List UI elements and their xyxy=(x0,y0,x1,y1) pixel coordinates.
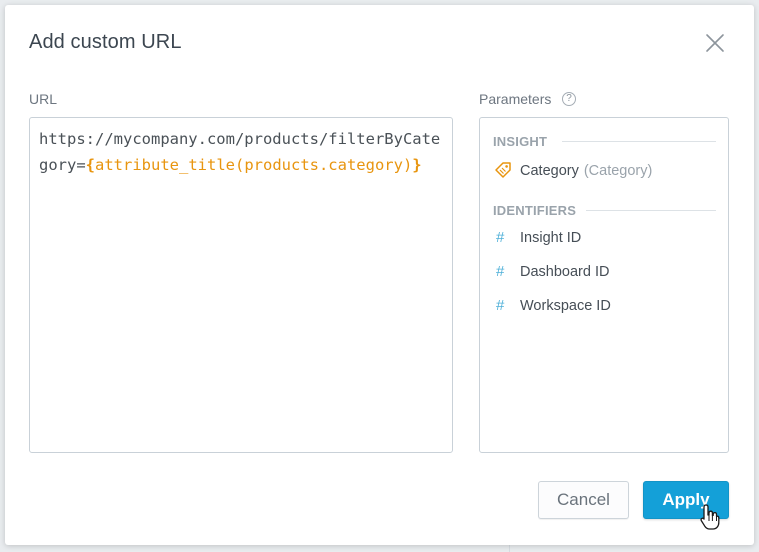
param-item-dashboard-id[interactable]: # Dashboard ID xyxy=(493,263,609,280)
param-item-insight-id[interactable]: # Insight ID xyxy=(493,229,581,246)
token-close-brace: } xyxy=(412,156,422,174)
custom-url-dialog: Add custom URL URL https://mycompany.com… xyxy=(5,5,754,545)
close-icon[interactable] xyxy=(703,31,727,55)
section-divider xyxy=(562,141,716,142)
param-item-sublabel: (Category) xyxy=(583,163,653,179)
section-divider xyxy=(586,210,716,211)
param-item-label: Category xyxy=(520,163,579,179)
section-heading-insight: INSIGHT xyxy=(493,134,548,149)
cancel-button[interactable]: Cancel xyxy=(538,481,629,519)
help-icon[interactable]: ? xyxy=(562,92,576,106)
parameters-label: Parameters xyxy=(479,91,552,107)
url-input[interactable]: https://mycompany.com/products/filterByC… xyxy=(29,117,453,453)
param-item-label: Insight ID xyxy=(520,229,582,246)
param-item-category[interactable]: Category (Category) xyxy=(493,159,652,183)
param-item-label: Workspace ID xyxy=(520,297,611,314)
hand-pointer-icon xyxy=(699,503,721,531)
hash-icon: # xyxy=(496,297,505,314)
token-open-brace: { xyxy=(85,156,96,174)
hash-icon: # xyxy=(496,229,505,246)
hash-icon: # xyxy=(496,263,505,280)
param-item-workspace-id[interactable]: # Workspace ID xyxy=(493,297,611,314)
dialog-title: Add custom URL xyxy=(29,31,182,53)
parameters-panel: INSIGHT Category (Category) IDENTIFIERS … xyxy=(479,117,729,453)
url-parameter-token: attribute_title(products.category) xyxy=(95,156,413,174)
backdrop-divider xyxy=(509,545,510,552)
attribute-tag-icon xyxy=(493,159,520,183)
param-item-label: Dashboard ID xyxy=(520,263,610,280)
url-label: URL xyxy=(29,91,58,107)
section-heading-identifiers: IDENTIFIERS xyxy=(493,203,577,218)
